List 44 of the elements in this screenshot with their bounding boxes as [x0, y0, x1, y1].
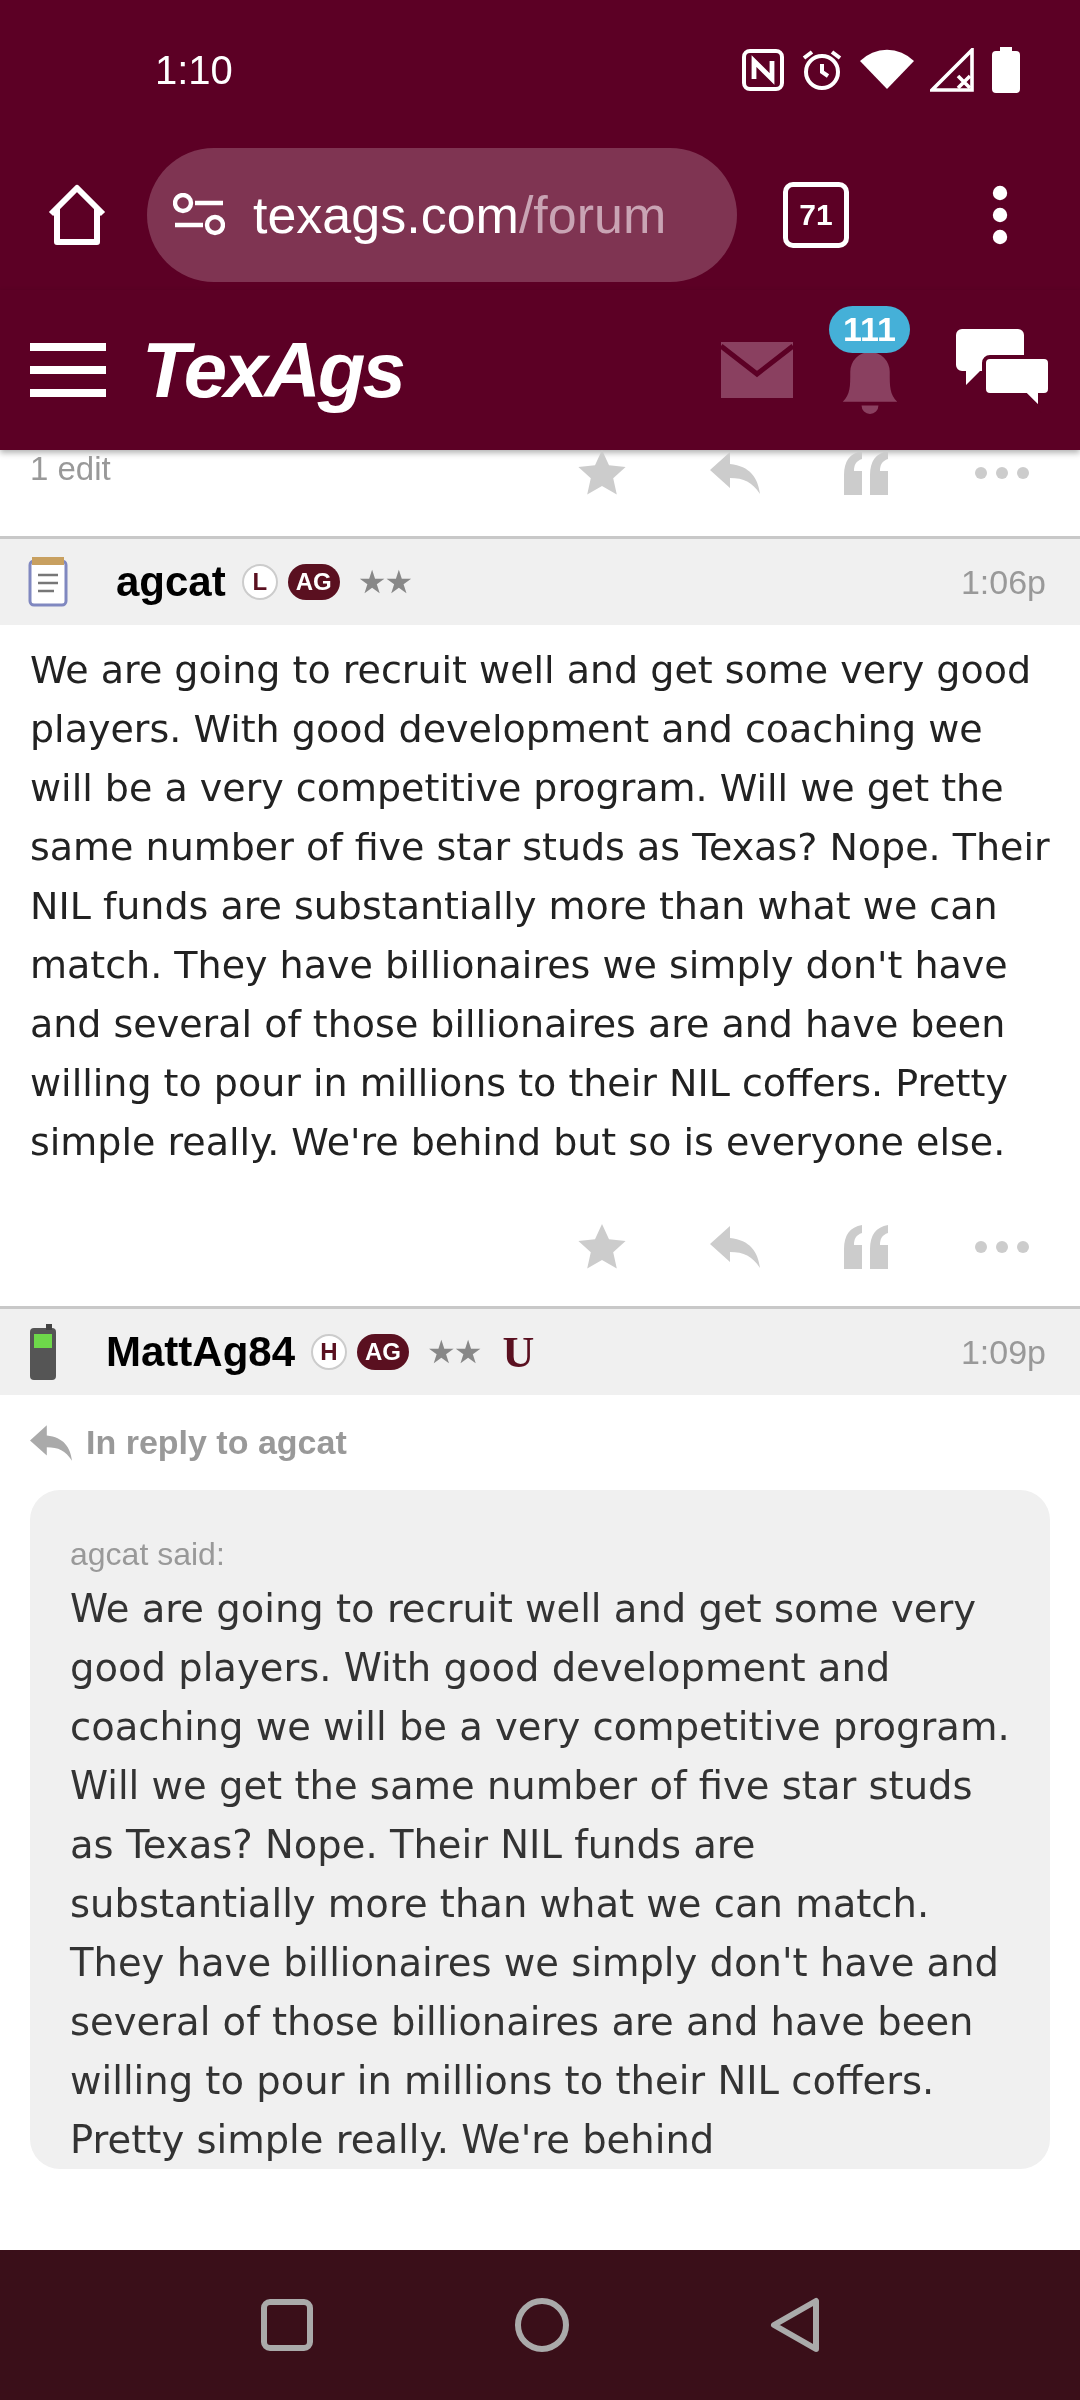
user-badge: AG — [287, 564, 340, 600]
quote-attribution: agcat said: — [70, 1536, 226, 1573]
battery-icon — [992, 47, 1020, 93]
address-bar[interactable]: texags.com/forum — [147, 148, 737, 282]
phone-icon — [28, 1324, 58, 1380]
reply-icon[interactable] — [710, 1226, 760, 1268]
home-icon[interactable] — [514, 2297, 570, 2353]
wifi-icon — [860, 49, 914, 91]
site-settings-icon[interactable] — [173, 193, 225, 237]
post-time: 1:09p — [960, 1332, 1046, 1372]
notification-count: 111 — [829, 305, 910, 353]
school-mark: U — [502, 1326, 535, 1378]
alarm-icon — [800, 48, 844, 92]
star-icon[interactable] — [578, 450, 626, 496]
nfc-icon — [742, 49, 784, 91]
reply-icon[interactable] — [710, 452, 760, 494]
recents-icon[interactable] — [260, 2298, 314, 2352]
member-stars: ★★ — [427, 1333, 481, 1371]
signal-icon — [930, 48, 976, 92]
author-name[interactable]: agcat — [116, 558, 226, 606]
mail-icon[interactable] — [721, 342, 793, 398]
menu-icon[interactable] — [992, 185, 1008, 245]
site-logo[interactable]: TexAgs — [142, 324, 685, 416]
quote-text: We are going to recruit well and get some very good players. With good development and coaching we will be a very competitive program. Will we get the same number of five star studs as Texas? Nope. Their NIL funds are substantially more than what we can match. They have billionaires we simply don't have and several of those billionaires are and have been willing to pour in millions to their NIL coffers. Pretty simple really. We're behind — [70, 1585, 1010, 2164]
status-time: 1:10 — [155, 47, 233, 93]
edit-note: 1 edit — [30, 450, 112, 488]
more-icon[interactable] — [974, 466, 1030, 480]
user-badge: L — [241, 564, 278, 600]
post-body: We are going to recruit well and get some very good players. With good development and coaching we will be a very competitive program. Will we get the same number of five star studs as Texas? Nope. Their NIL funds are substantially more than what we can match. They have billionaires we simply don't have and several of those billionaires are and have been willing to pour in millions to their NIL coffers. Pretty simple really. We're behind but so is everyone else. — [29, 647, 1051, 1166]
quote-icon[interactable] — [844, 1225, 890, 1269]
author-name[interactable]: MattAg84 — [106, 1328, 296, 1376]
back-icon[interactable] — [770, 2297, 820, 2353]
post-time: 1:06p — [960, 562, 1046, 602]
more-icon[interactable] — [974, 1240, 1030, 1254]
tab-count-button[interactable]: 71 — [783, 182, 849, 248]
url-text: texags.com/forum — [253, 185, 667, 245]
notepad-icon — [28, 557, 68, 607]
menu-icon[interactable] — [30, 342, 106, 398]
user-badge: AG — [357, 1334, 410, 1370]
quote-icon[interactable] — [844, 451, 890, 495]
user-badge: H — [311, 1334, 348, 1370]
member-stars: ★★ — [357, 563, 412, 601]
star-icon[interactable] — [578, 1224, 626, 1270]
reply-icon — [30, 1424, 72, 1461]
